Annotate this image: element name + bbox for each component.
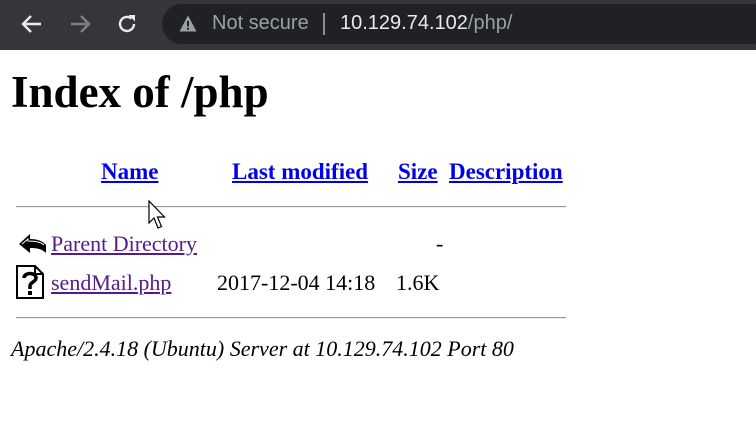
column-header-name[interactable]: Name — [101, 158, 158, 186]
column-header-size[interactable]: Size — [398, 158, 438, 186]
server-signature: Apache/2.4.18 (Ubuntu) Server at 10.129.… — [11, 336, 514, 361]
browser-toolbar: Not secure 10.129.74.102/php/ — [0, 0, 756, 50]
page-title: Index of /php — [11, 67, 269, 117]
column-header-last-modified[interactable]: Last modified — [232, 158, 368, 186]
mouse-cursor-icon — [148, 200, 166, 229]
parent-directory-size: - — [436, 231, 444, 256]
url-text[interactable]: 10.129.74.102/php/ — [340, 12, 512, 35]
security-status-label[interactable]: Not secure — [212, 12, 309, 35]
back-folder-icon — [19, 234, 46, 253]
file-last-modified: 2017-12-04 14:18 — [217, 270, 376, 295]
arrow-right-icon — [71, 15, 91, 33]
url-host: 10.129.74.102 — [340, 12, 468, 34]
unknown-file-icon — [16, 265, 44, 299]
warning-icon[interactable] — [179, 15, 197, 32]
parent-directory-link[interactable]: Parent Directory — [51, 231, 197, 257]
address-bar[interactable]: Not secure 10.129.74.102/php/ — [162, 4, 756, 44]
address-bar-divider — [323, 13, 325, 35]
column-header-description[interactable]: Description — [449, 158, 563, 186]
back-button[interactable] — [16, 8, 48, 40]
footer-divider — [16, 317, 566, 319]
header-divider — [16, 206, 566, 208]
forward-button[interactable] — [64, 8, 96, 40]
file-size: 1.6K — [396, 270, 440, 295]
reload-button[interactable] — [111, 8, 143, 40]
arrow-left-icon — [21, 15, 41, 33]
reload-icon — [118, 15, 136, 33]
url-path: /php/ — [467, 12, 513, 34]
file-link-sendmail[interactable]: sendMail.php — [51, 270, 171, 296]
